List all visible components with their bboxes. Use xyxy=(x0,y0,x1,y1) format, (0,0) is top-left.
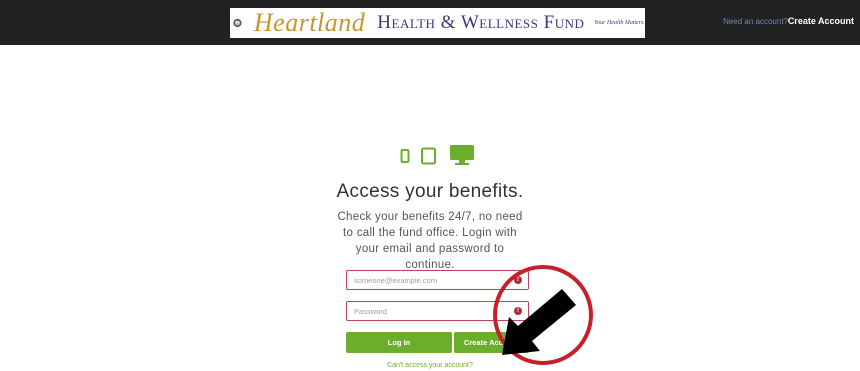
error-icon: ! xyxy=(514,276,522,284)
cant-access-link[interactable]: Can't access your account? xyxy=(350,362,510,369)
password-field[interactable]: ! xyxy=(346,301,529,321)
error-icon: ! xyxy=(514,307,522,315)
tablet-icon xyxy=(421,147,436,165)
email-input[interactable] xyxy=(347,271,514,289)
device-icons xyxy=(400,145,474,165)
need-account-link[interactable]: Need an account? xyxy=(723,17,788,26)
logo-name-text: Health & Wellness Fund xyxy=(377,12,585,33)
logo-script-text: Heartland xyxy=(253,8,366,37)
family-emblem-icon xyxy=(233,18,242,28)
password-input[interactable] xyxy=(347,302,514,320)
page-subtitle: Check your benefits 24/7, no need to cal… xyxy=(337,211,523,271)
heartland-logo[interactable]: Heartland Health & Wellness Fund Your He… xyxy=(230,8,645,38)
phone-icon xyxy=(400,149,410,163)
desktop-icon xyxy=(450,145,474,165)
top-navbar: Heartland Health & Wellness Fund Your He… xyxy=(0,0,860,45)
create-account-link[interactable]: Create Account xyxy=(788,16,854,26)
email-field[interactable]: ! xyxy=(346,270,529,290)
create-account-button[interactable]: Create Account xyxy=(454,332,529,353)
login-button[interactable]: Log In xyxy=(346,332,452,353)
logo-tagline: Your Health Matters. xyxy=(594,20,645,26)
page-title: Access your benefits. xyxy=(336,181,524,202)
